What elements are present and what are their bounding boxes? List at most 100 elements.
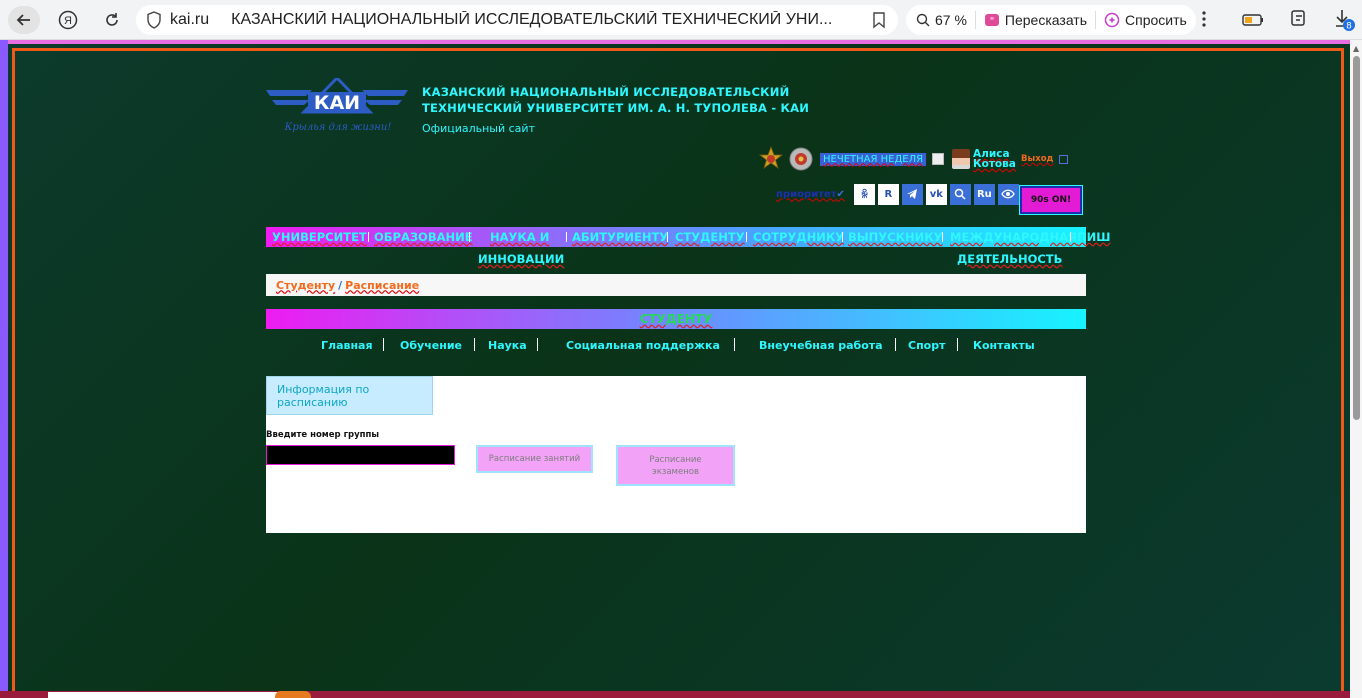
subnav-separator	[474, 338, 475, 351]
nav-education[interactable]: ОБРАЗОВАНИЕ	[374, 226, 473, 248]
accessibility-icon[interactable]	[997, 183, 1019, 205]
vertical-scrollbar[interactable]: ▲	[1350, 40, 1362, 698]
subnav-science[interactable]: Наука	[488, 339, 527, 352]
svg-text:": "	[990, 16, 995, 27]
nav-applicant[interactable]: АБИТУРИЕНТУ	[572, 226, 668, 248]
arrow-left-icon	[16, 14, 30, 26]
collections-button[interactable]	[1289, 8, 1309, 34]
nav-separator	[566, 232, 567, 242]
address-bar[interactable]: kai.ru КАЗАНСКИЙ НАЦИОНАЛЬНЫЙ ИССЛЕДОВАТ…	[136, 5, 898, 35]
address-domain: kai.ru	[170, 11, 210, 28]
language-switch[interactable]: Ru	[973, 183, 995, 205]
nav-separator	[746, 232, 747, 242]
reload-button[interactable]	[98, 6, 126, 34]
nav-alumni[interactable]: ВЫПУСКНИКУ	[848, 226, 943, 248]
subnav-separator	[734, 338, 735, 351]
nav-separator	[667, 232, 668, 242]
subnav-separator	[895, 338, 896, 351]
social-bar: приоритет✔ ꆜ R vk Ru	[776, 183, 1019, 205]
priority-label: приоритет	[776, 188, 837, 200]
downloads-button[interactable]: 8	[1334, 8, 1356, 36]
user-last-name: Котова	[973, 158, 1016, 170]
university-title-line1: КАЗАНСКИЙ НАЦИОНАЛЬНЫЙ ИССЛЕДОВАТЕЛЬСКИЙ	[422, 85, 790, 99]
subnav-sport[interactable]: Спорт	[908, 339, 945, 352]
zoom-level: 67 %	[935, 12, 967, 28]
group-number-input[interactable]	[266, 445, 455, 465]
nav-international-line2[interactable]: ДЕЯТЕЛЬНОСТЬ	[957, 248, 1062, 270]
logout-link[interactable]: Выход	[1021, 154, 1053, 164]
telegram-icon[interactable]	[901, 183, 923, 205]
subnav-main[interactable]: Главная	[321, 339, 373, 352]
retell-button[interactable]: " Пересказать	[984, 12, 1087, 28]
zoom-control[interactable]: 67 %	[916, 12, 967, 28]
vk-icon[interactable]: vk	[925, 183, 947, 205]
site-subtitle: Официальный сайт	[422, 122, 535, 135]
nav-separator	[1070, 232, 1071, 242]
nav-student[interactable]: СТУДЕНТУ	[675, 226, 745, 248]
class-schedule-button[interactable]: Расписание занятий	[476, 445, 593, 473]
nav-science[interactable]: НАУКА И	[490, 226, 549, 248]
logo-slogan: Крылья для жизни!	[284, 122, 392, 133]
schedule-info-tab[interactable]: Информация по расписанию	[266, 376, 433, 415]
university-title: КАЗАНСКИЙ НАЦИОНАЛЬНЫЙ ИССЛЕДОВАТЕЛЬСКИЙ…	[422, 84, 822, 116]
breadcrumb-separator: /	[338, 278, 343, 292]
quote-icon: "	[984, 14, 999, 27]
avatar[interactable]	[952, 149, 971, 169]
downloads-badge: 8	[1346, 22, 1352, 32]
exam-schedule-button[interactable]: Расписание экзаменов	[616, 445, 735, 486]
sparkle-chat-icon	[1104, 12, 1120, 28]
shield-icon[interactable]	[146, 11, 162, 29]
nav-science-line2[interactable]: ИННОВАЦИИ	[478, 248, 564, 270]
yandex-button[interactable]: Я	[54, 6, 82, 34]
subnav-social-support[interactable]: Социальная поддержка	[566, 339, 720, 352]
section-banner: СТУДЕНТУ	[266, 309, 1086, 329]
priority-check-icon: ✔	[836, 188, 845, 200]
reload-icon	[106, 13, 118, 26]
star-emblem-icon[interactable]	[758, 146, 784, 172]
divider	[974, 11, 976, 29]
priority-link[interactable]: приоритет✔	[776, 189, 845, 200]
svg-text:Я: Я	[64, 15, 72, 27]
taskbar-strip	[0, 691, 1350, 698]
order-emblem-icon[interactable]	[788, 146, 814, 172]
kai-logo[interactable]: КАИ Крылья для жизни!	[266, 75, 408, 136]
back-button[interactable]	[8, 6, 40, 34]
address-page-title: КАЗАНСКИЙ НАЦИОНАЛЬНЫЙ ИССЛЕДОВАТЕЛЬСКИЙ…	[231, 11, 833, 28]
scroll-up-arrow-icon[interactable]: ▲	[1353, 44, 1359, 53]
search-icon[interactable]	[949, 183, 971, 205]
scrollbar-thumb[interactable]	[1353, 56, 1360, 420]
menu-button[interactable]	[1200, 8, 1208, 34]
more-vertical-icon	[1202, 11, 1206, 27]
nav-university[interactable]: УНИВЕРСИТЕТ	[272, 226, 367, 248]
assistant-pill: 67 % " Пересказать Спросить	[906, 5, 1196, 35]
logo-text: КАИ	[314, 92, 360, 114]
battery-indicator[interactable]	[1242, 12, 1264, 31]
week-indicator: НЕЧЕТНАЯ НЕДЕЛЯ	[820, 152, 927, 166]
subnav-extracurricular[interactable]: Внеучебная работа	[759, 339, 883, 352]
section-banner-title[interactable]: СТУДЕНТУ	[640, 312, 713, 326]
page-frame	[12, 48, 1344, 698]
kai-logo-icon: КАИ Крылья для жизни!	[266, 75, 408, 133]
retell-label: Пересказать	[1004, 12, 1088, 28]
ask-button[interactable]: Спросить	[1104, 12, 1187, 28]
rutube-icon[interactable]: R	[877, 183, 899, 205]
bookmark-icon[interactable]	[872, 11, 886, 29]
breadcrumb-parent[interactable]: Студенту	[276, 279, 335, 292]
nav-international[interactable]: МЕЖДУНАРОДНАЯ	[950, 226, 1077, 248]
odnoklassniki-icon[interactable]: ꆜ	[853, 183, 875, 205]
logout-icon[interactable]	[1059, 154, 1069, 164]
browser-toolbar: Я kai.ru КАЗАНСКИЙ НАЦИОНАЛЬНЫЙ ИССЛЕДОВ…	[0, 0, 1362, 40]
subnav-study[interactable]: Обучение	[400, 339, 462, 352]
breadcrumb-current[interactable]: Расписание	[345, 279, 419, 292]
nav-staff[interactable]: СОТРУДНИКУ	[753, 226, 844, 248]
subnav-contacts[interactable]: Контакты	[973, 339, 1035, 352]
mode-toggle-button[interactable]: 90s ON!	[1020, 186, 1082, 214]
nav-separator	[469, 232, 470, 242]
bell-icon[interactable]	[932, 153, 945, 165]
taskbar-app-icon[interactable]	[275, 691, 311, 698]
ask-label: Спросить	[1125, 12, 1187, 28]
nav-pish[interactable]: ПИШ	[1077, 226, 1110, 248]
user-bar: НЕЧЕТНАЯ НЕДЕЛЯ Алиса Котова Выход	[758, 146, 1069, 172]
taskbar-item[interactable]	[48, 692, 308, 698]
user-name[interactable]: Алиса Котова	[973, 149, 1016, 170]
